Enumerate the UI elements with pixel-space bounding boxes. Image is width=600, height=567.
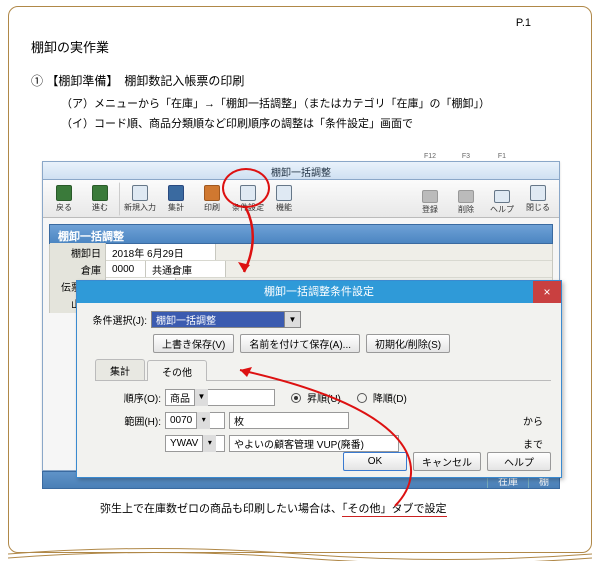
delete-icon — [458, 190, 474, 203]
desc-label: 降順(D) — [373, 390, 407, 405]
print-button[interactable]: 印刷 — [195, 182, 229, 216]
asc-radio[interactable] — [291, 393, 301, 403]
range-label: 範囲(H): — [101, 413, 161, 428]
help-button[interactable]: F1ヘルプ — [485, 182, 519, 216]
chevron-down-icon: ▾ — [196, 412, 210, 429]
page-number: P.1 — [516, 17, 531, 29]
new-icon — [132, 185, 148, 201]
bottom-note: 弥生上で在庫数ゼロの商品も印刷したい場合は、「その他」タブで設定 — [100, 500, 447, 516]
instruction-b: （イ）コード順、商品分類順など印刷順序の調整は「条件設定」画面で — [61, 115, 569, 131]
dialog-tabs: 集計 その他 — [95, 359, 551, 381]
bottom-note-emph: 「その他」タブで設定 — [342, 503, 447, 517]
to-suffix: まで — [523, 436, 543, 451]
close-label: 閉じる — [526, 202, 550, 213]
condition-dialog: 棚卸一括調整条件設定 × 条件選択(J): 棚卸一括調整 ▼ 上書き保存(V) … — [76, 280, 562, 478]
warehouse-code-field[interactable]: 0000 — [106, 261, 146, 277]
back-label: 戻る — [56, 202, 72, 213]
from-suffix: から — [523, 413, 543, 428]
instruction-a: （ア）メニューから「在庫」→「棚卸一括調整」（またはカテゴリ「在庫」の「棚卸」） — [61, 95, 569, 111]
tab-other-panel: 順序(O): 商品 ▼ 昇順(U) 降順(D) 範囲(H): 0070 ▾ 枚 か… — [87, 381, 551, 460]
new-label: 新規入力 — [124, 202, 156, 213]
condition-label: 条件設定 — [232, 202, 264, 213]
dialog-titlebar: 棚卸一括調整条件設定 × — [77, 281, 561, 303]
row-warehouse: 倉庫 0000 共通倉庫 — [50, 261, 552, 278]
cond-select-value: 棚卸一括調整 — [156, 312, 216, 327]
tab-other[interactable]: その他 — [147, 360, 207, 381]
dialog-body: 条件選択(J): 棚卸一括調整 ▼ 上書き保存(V) 名前を付けて保存(A)..… — [77, 303, 561, 464]
range-to-code-value: YWAV — [170, 438, 198, 449]
desc-radio[interactable] — [357, 393, 367, 403]
dialog-title: 棚卸一括調整条件設定 — [264, 286, 374, 298]
range-from-field[interactable]: 0070 ▾ — [165, 412, 225, 429]
warehouse-name-field[interactable]: 共通倉庫 — [146, 261, 226, 277]
toolbar: 戻る 進む 新規入力 集計 印刷 条件設定 機能 F12登録 F3削除 F1ヘル… — [43, 180, 559, 218]
aggregate-button[interactable]: 集計 — [159, 182, 193, 216]
function-icon — [276, 185, 292, 201]
help-label: ヘルプ — [490, 204, 514, 215]
aggregate-icon — [168, 185, 184, 201]
overwrite-save-button[interactable]: 上書き保存(V) — [153, 334, 234, 353]
help-icon — [494, 190, 510, 203]
new-button[interactable]: 新規入力 — [123, 182, 157, 216]
close-button[interactable]: 閉じる — [521, 182, 555, 216]
cond-select-label: 条件選択(J): — [87, 312, 147, 327]
function-button[interactable]: 機能 — [267, 182, 301, 216]
window-titlebar: 棚卸一括調整 — [43, 162, 559, 180]
close-icon — [530, 185, 546, 201]
forward-icon — [92, 185, 108, 201]
ok-button[interactable]: OK — [343, 452, 407, 471]
row-date: 棚卸日 2018年 6月29日 — [50, 244, 552, 261]
chevron-down-icon: ▾ — [202, 435, 216, 452]
chevron-down-icon: ▼ — [194, 389, 208, 406]
dialog-close-button[interactable]: × — [533, 281, 561, 303]
save-as-button[interactable]: 名前を付けて保存(A)... — [240, 334, 360, 353]
bottom-note-prefix: 弥生上で在庫数ゼロの商品も印刷したい場合は、 — [100, 503, 342, 515]
condition-button[interactable]: 条件設定 — [231, 182, 265, 216]
aggregate-label: 集計 — [168, 202, 184, 213]
date-field[interactable]: 2018年 6月29日 — [106, 244, 216, 260]
page-curl — [8, 547, 592, 561]
register-icon — [422, 190, 438, 203]
delete-label: 削除 — [458, 204, 474, 215]
register-label: 登録 — [422, 204, 438, 215]
range-to-name-field[interactable]: やよいの顧客管理 VUP(廃番) — [229, 435, 399, 452]
f3-label: F3 — [462, 153, 470, 160]
range-from-value: 0070 — [170, 415, 192, 426]
reset-button[interactable]: 初期化/削除(S) — [366, 334, 450, 353]
f12-label: F12 — [424, 153, 436, 160]
back-button[interactable]: 戻る — [47, 182, 81, 216]
chevron-down-icon: ▼ — [284, 312, 300, 327]
asc-label: 昇順(U) — [307, 390, 341, 405]
toolbar-sep — [119, 182, 121, 216]
f1-label: F1 — [498, 153, 506, 160]
function-label: 機能 — [276, 202, 292, 213]
order-combo[interactable]: 商品 ▼ — [165, 389, 275, 406]
dialog-help-button[interactable]: ヘルプ — [487, 452, 551, 471]
print-label: 印刷 — [204, 202, 220, 213]
register-button: F12登録 — [413, 182, 447, 216]
cond-select-combo[interactable]: 棚卸一括調整 ▼ — [151, 311, 301, 328]
range-unit-field[interactable]: 枚 — [229, 412, 349, 429]
section-title: ① 【棚卸準備】 棚卸数記入帳票の印刷 — [31, 72, 569, 89]
section-label: 【棚卸準備】 棚卸数記入帳票の印刷 — [46, 74, 244, 88]
section-num: ① — [31, 74, 43, 88]
cancel-button[interactable]: キャンセル — [413, 452, 481, 471]
doc-title: 棚卸の実作業 — [31, 37, 569, 56]
tab-aggregate[interactable]: 集計 — [95, 359, 145, 380]
panel-header: 棚卸一括調整 — [49, 224, 553, 244]
range-to-name-value: やよいの顧客管理 VUP(廃番) — [234, 436, 364, 451]
forward-button[interactable]: 進む — [83, 182, 117, 216]
print-icon — [204, 185, 220, 201]
range-unit-value: 枚 — [234, 413, 244, 428]
gear-icon — [240, 185, 256, 201]
order-value: 商品 — [170, 390, 190, 405]
delete-button: F3削除 — [449, 182, 483, 216]
range-to-code-field[interactable]: YWAV ▾ — [165, 435, 225, 452]
order-label: 順序(O): — [101, 390, 161, 405]
forward-label: 進む — [92, 202, 108, 213]
back-icon — [56, 185, 72, 201]
dialog-footer: OK キャンセル ヘルプ — [343, 452, 551, 471]
